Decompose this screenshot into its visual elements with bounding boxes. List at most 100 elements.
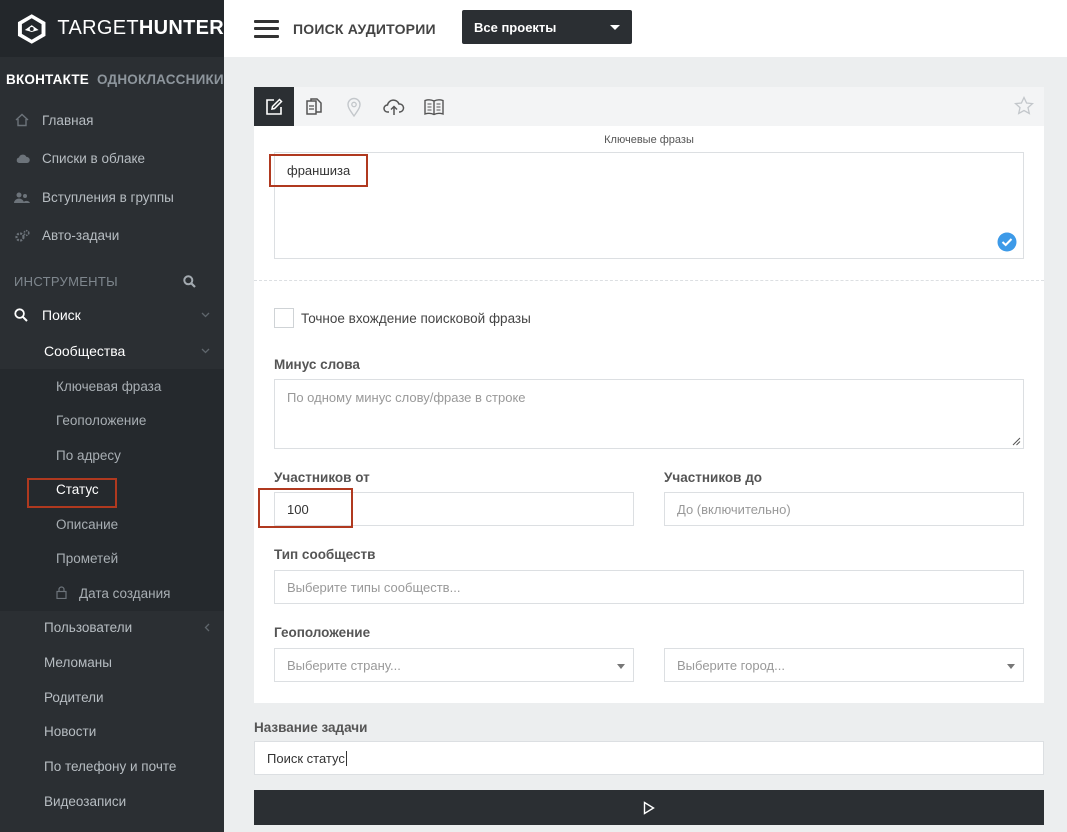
exact-match-label: Точное вхождение поисковой фразы [301, 310, 531, 326]
members-to-label: Участников до [664, 470, 763, 485]
nav-group-joins[interactable]: Вступления в группы [0, 178, 224, 217]
copy-icon [306, 97, 322, 115]
tab-copy[interactable] [294, 87, 334, 126]
tools-heading: ИНСТРУМЕНТЫ [0, 265, 224, 297]
sub-item-prometheus[interactable]: Прометей [0, 542, 224, 577]
page-title: ПОИСК АУДИТОРИИ [293, 20, 436, 37]
nav-label: Новости [44, 724, 97, 740]
nav-news[interactable]: Новости [0, 715, 224, 750]
brand-name: TARGETHUNTER [57, 17, 224, 39]
sub-item-status[interactable]: Статус [0, 473, 224, 508]
chevron-down-icon [201, 312, 210, 318]
sub-item-creation-date[interactable]: Дата создания [0, 576, 224, 611]
community-type-label: Тип сообществ [274, 547, 376, 562]
nav-music-lovers[interactable]: Меломаны [0, 645, 224, 680]
lock-icon [56, 586, 67, 599]
cloud-icon [14, 151, 30, 167]
tools-heading-label: ИНСТРУМЕНТЫ [14, 273, 118, 289]
minus-words-label: Минус слова [274, 357, 360, 372]
topbar: ПОИСК АУДИТОРИИ Все проекты [224, 0, 1067, 57]
keywords-label: Ключевые фразы [604, 134, 694, 146]
search-form-card: Ключевые фразы франшиза Точное вхождение… [254, 87, 1044, 703]
nav-users[interactable]: Пользователи [0, 611, 224, 646]
projects-dropdown[interactable]: Все проекты [462, 10, 632, 44]
nav-label: Меломаны [44, 655, 112, 671]
communities-submenu: Ключевая фраза Геоположение По адресу Ст… [0, 369, 224, 611]
nav-videos[interactable]: Видеозаписи [0, 784, 224, 819]
community-type-select[interactable]: Выберите типы сообществ... [274, 570, 1024, 604]
caret-down-icon [610, 24, 620, 30]
resize-handle-icon[interactable] [1012, 437, 1021, 446]
nav-cloud-lists[interactable]: Списки в облаке [0, 140, 224, 179]
edit-icon [266, 97, 283, 115]
nav-parents[interactable]: Родители [0, 680, 224, 715]
network-tabs: ВКОНТАКТЕ ОДНОКЛАССНИКИ [0, 57, 224, 101]
nav-label: Списки в облаке [42, 151, 146, 167]
task-name-input[interactable]: Поиск статус [254, 741, 1044, 775]
search-icon [14, 308, 28, 322]
chevron-down-icon [201, 348, 210, 354]
minus-words-placeholder: По одному минус слову/фразе в строке [287, 390, 526, 405]
nav-phone-email[interactable]: По телефону и почте [0, 749, 224, 784]
search-icon[interactable] [183, 274, 196, 288]
country-placeholder: Выберите страну... [287, 657, 401, 673]
users-icon [14, 189, 30, 205]
geo-label: Геоположение [274, 625, 371, 640]
sub-item-label: Дата создания [79, 585, 171, 601]
check-circle-icon [997, 232, 1017, 252]
menu-icon[interactable] [254, 19, 279, 38]
minus-words-textarea[interactable]: По одному минус слову/фразе в строке [274, 379, 1024, 449]
exact-match-checkbox[interactable] [274, 308, 294, 328]
star-icon[interactable] [1014, 96, 1034, 116]
gears-icon [14, 228, 30, 244]
divider [254, 280, 1044, 281]
sidebar: TARGETHUNTER ВКОНТАКТЕ ОДНОКЛАССНИКИ Гла… [0, 0, 224, 832]
city-select[interactable]: Выберите город... [664, 648, 1024, 682]
tab-edit[interactable] [254, 87, 294, 126]
map-marker-icon [347, 97, 361, 117]
nav-communities-label: Сообщества [44, 343, 126, 359]
text-cursor [345, 750, 347, 766]
members-to-placeholder: До (включительно) [677, 501, 791, 517]
nav-communities[interactable]: Сообщества [0, 333, 224, 369]
nav-search[interactable]: Поиск [0, 297, 224, 333]
logo-icon [17, 13, 46, 44]
sub-item-geo[interactable]: Геоположение [0, 404, 224, 439]
tab-location[interactable] [334, 87, 374, 126]
members-from-value: 100 [287, 501, 309, 517]
projects-label: Все проекты [474, 19, 557, 35]
chevron-left-icon [204, 623, 210, 632]
play-icon [643, 800, 655, 815]
mode-tabs [254, 87, 1044, 126]
nav-users-label: Пользователи [44, 620, 133, 636]
nav-auto-tasks[interactable]: Авто-задачи [0, 217, 224, 256]
caret-down-icon [1007, 664, 1015, 669]
sub-item-address[interactable]: По адресу [0, 438, 224, 473]
tab-odnoklassniki[interactable]: ОДНОКЛАССНИКИ [97, 72, 224, 87]
sub-item-description[interactable]: Описание [0, 507, 224, 542]
nav-label: Родители [44, 689, 104, 705]
cloud-upload-icon [383, 98, 405, 115]
members-from-label: Участников от [274, 470, 370, 485]
members-to-input[interactable]: До (включительно) [664, 492, 1024, 526]
task-name-label: Название задачи [254, 720, 368, 735]
community-type-placeholder: Выберите типы сообществ... [287, 579, 461, 595]
home-icon [14, 112, 30, 128]
run-search-button[interactable] [254, 790, 1044, 825]
sub-item-keyword[interactable]: Ключевая фраза [0, 369, 224, 404]
tab-book[interactable] [414, 87, 454, 126]
keywords-textarea[interactable]: франшиза [274, 152, 1024, 259]
task-name-value: Поиск статус [267, 750, 345, 766]
book-icon [424, 98, 444, 115]
members-from-input[interactable]: 100 [274, 492, 634, 526]
city-placeholder: Выберите город... [677, 657, 785, 673]
nav-label: По телефону и почте [44, 759, 177, 775]
nav-home[interactable]: Главная [0, 101, 224, 140]
brand-logo[interactable]: TARGETHUNTER [0, 0, 224, 57]
country-select[interactable]: Выберите страну... [274, 648, 634, 682]
caret-down-icon [617, 664, 625, 669]
keywords-value: франшиза [287, 163, 351, 178]
tab-upload[interactable] [374, 87, 414, 126]
tab-vkontakte[interactable]: ВКОНТАКТЕ [6, 72, 89, 87]
exact-match-row[interactable]: Точное вхождение поисковой фразы [274, 308, 531, 328]
